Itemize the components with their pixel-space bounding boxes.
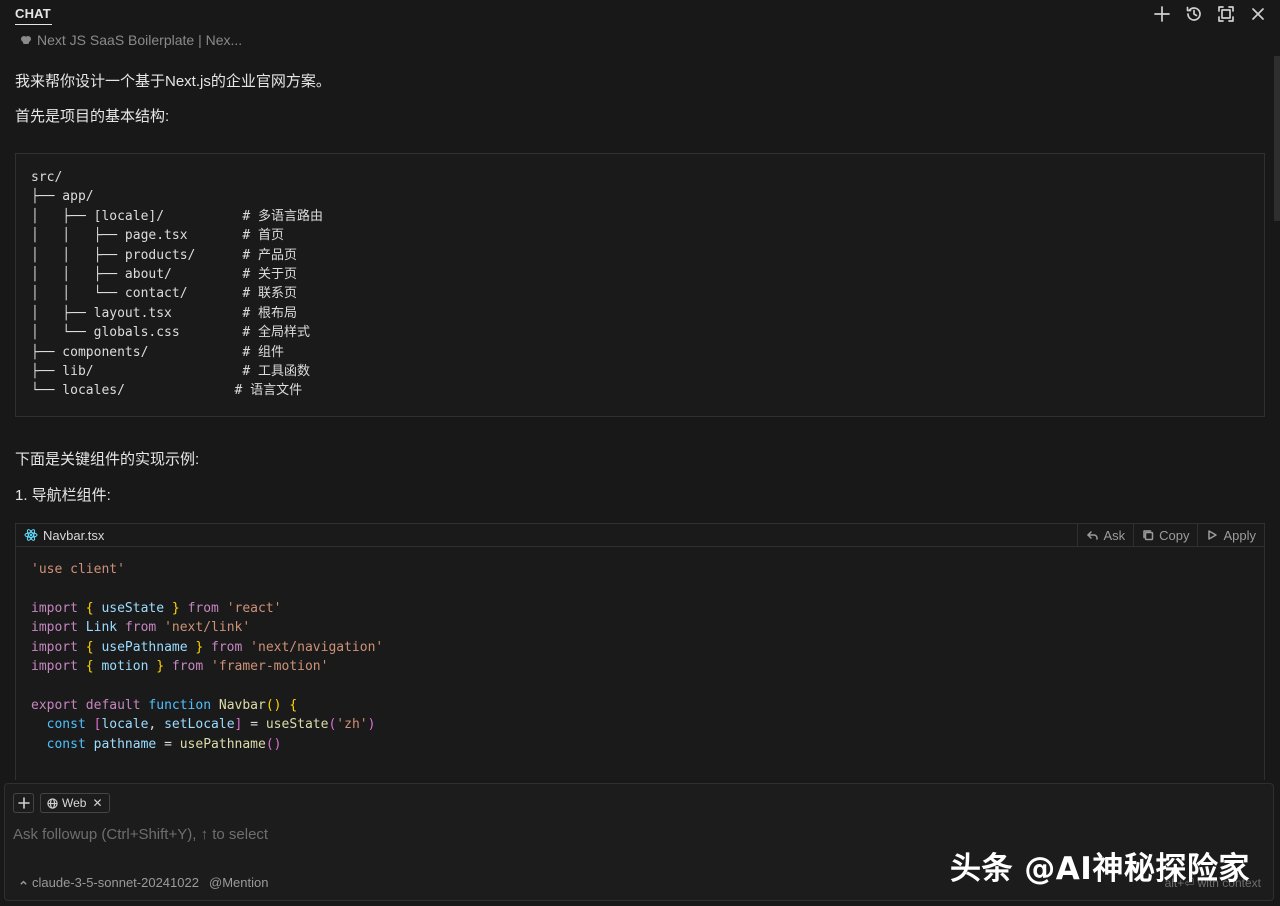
- copy-button[interactable]: Copy: [1133, 523, 1197, 547]
- web-context-chip[interactable]: Web ✕: [40, 793, 110, 813]
- copy-label: Copy: [1159, 527, 1190, 543]
- apply-label: Apply: [1223, 527, 1256, 543]
- history-icon: [1186, 6, 1201, 21]
- assistant-message: 我来帮你设计一个基于Next.js的企业官网方案。 首先是项目的基本结构: sr…: [0, 56, 1280, 780]
- ask-button[interactable]: Ask: [1077, 523, 1133, 547]
- tab-active-indicator: [15, 24, 52, 25]
- globe-icon: [47, 797, 58, 809]
- react-icon: [24, 529, 38, 541]
- plus-icon: [17, 797, 30, 809]
- model-selector[interactable]: claude-3-5-sonnet-20241022: [19, 875, 199, 890]
- code-block-header: Navbar.tsx Ask Copy Apply: [16, 523, 1264, 547]
- navbar-code-block: Navbar.tsx Ask Copy Apply 'use client' i…: [15, 523, 1265, 780]
- structure-code-block: src/ ├── app/ │ ├── [locale]/ # 多语言路由 │ …: [15, 153, 1265, 417]
- remove-chip-icon[interactable]: ✕: [92, 796, 102, 810]
- chevron-up-icon: [20, 880, 27, 885]
- copy-icon: [1143, 530, 1154, 541]
- watermark: 头条 @AI神秘探险家: [950, 851, 1250, 887]
- project-tree: src/ ├── app/ │ ├── [locale]/ # 多语言路由 │ …: [31, 170, 323, 399]
- new-chat-button[interactable]: [1150, 2, 1174, 26]
- add-context-button[interactable]: [13, 793, 34, 813]
- message-paragraph: 下面是关键组件的实现示例:: [15, 451, 200, 468]
- message-paragraph: 我来帮你设计一个基于Next.js的企业官网方案。: [15, 73, 331, 90]
- message-paragraph: 首先是项目的基本结构:: [15, 108, 170, 125]
- context-pill[interactable]: Next JS SaaS Boilerplate | Nex...: [20, 32, 242, 48]
- file-name-label: Navbar.tsx: [43, 527, 105, 543]
- model-name: claude-3-5-sonnet-20241022: [32, 875, 199, 890]
- plus-icon: [1154, 6, 1170, 22]
- play-icon: [1208, 530, 1218, 540]
- history-button[interactable]: [1182, 2, 1206, 26]
- brain-icon: [21, 36, 31, 44]
- followup-input[interactable]: [13, 826, 913, 843]
- context-label: Next JS SaaS Boilerplate | Nex...: [37, 32, 243, 48]
- navbar-code: 'use client' import { useState } from 'r…: [31, 562, 384, 752]
- code-actions: Ask Copy Apply: [1077, 523, 1264, 547]
- maximize-button[interactable]: [1214, 2, 1238, 26]
- reply-icon: [1087, 531, 1099, 540]
- chat-header: CHAT: [0, 0, 1280, 28]
- maximize-icon: [1218, 6, 1234, 22]
- apply-button[interactable]: Apply: [1197, 523, 1264, 547]
- web-chip-label: Web: [62, 796, 87, 810]
- code-file-name: Navbar.tsx: [16, 528, 104, 543]
- ask-label: Ask: [1103, 527, 1126, 543]
- header-actions: [1150, 2, 1270, 26]
- close-button[interactable]: [1246, 2, 1270, 26]
- close-icon: [1252, 8, 1264, 20]
- message-paragraph: 1. 导航栏组件:: [15, 487, 111, 504]
- tab-chat[interactable]: CHAT: [15, 6, 51, 21]
- mention-button[interactable]: @Mention: [209, 875, 268, 890]
